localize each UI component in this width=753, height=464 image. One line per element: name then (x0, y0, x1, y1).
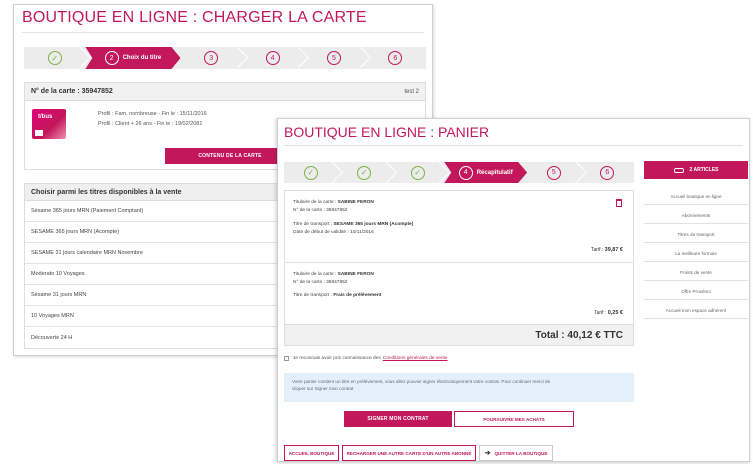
step-label: Récapitulatif (476, 169, 513, 176)
card-label: N° de la carte : (293, 280, 325, 285)
menu-item-subscriptions[interactable]: Abonnements (644, 208, 748, 224)
card-number: 35947852 (326, 280, 348, 285)
holder-label: Titulaire de la carte : (293, 200, 337, 205)
step-1[interactable]: ✓ (284, 162, 337, 183)
step-label: Choix du titre (122, 55, 162, 61)
reload-other-card-button[interactable]: RECHARGER UNE AUTRE CARTE D'UN AUTRE ABO… (342, 445, 476, 461)
cart-total: Total : 40,12 € TTC (285, 324, 633, 345)
start-date: 10/11/2016 (350, 230, 374, 235)
title-name: Frais de prélèvement (333, 293, 382, 298)
card-logo-text: t/bus (38, 114, 53, 120)
step-5[interactable]: 5 (527, 162, 580, 183)
step-3[interactable]: 3 (181, 47, 242, 69)
card-test-label: test 2 (404, 88, 419, 95)
sign-contract-button[interactable]: SIGNER MON CONTRAT (344, 411, 452, 427)
menu-item-tickets[interactable]: Titres de transport (644, 227, 748, 243)
step-1[interactable]: ✓ (24, 47, 85, 69)
card-chip-icon (35, 130, 43, 136)
progress-steps: ✓ ✓ ✓ 4 Récapitulatif 5 6 (284, 162, 634, 183)
card-content-button[interactable]: CONTENU DE LA CARTE (165, 148, 295, 164)
item-1-price: Tarif : 39,87 € (591, 247, 623, 253)
holder-name: SABINE FERON (337, 200, 374, 205)
page-title: BOUTIQUE EN LIGNE : CHARGER LA CARTE (22, 9, 367, 26)
check-icon: ✓ (303, 165, 318, 180)
step-5[interactable]: 5 (303, 47, 364, 69)
step-2[interactable]: ✓ (337, 162, 390, 183)
info-line-1: Votre panier contient un titre en prélèv… (292, 379, 551, 384)
progress-steps: ✓ 2 Choix du titre 3 4 5 6 (24, 47, 426, 69)
card-number: N° de la carte : 35947852 (31, 88, 113, 95)
price-value: 0,25 € (607, 310, 623, 316)
title-name: SESAME 365 jours MRN (Acompte) (333, 222, 414, 227)
step-number: 6 (388, 51, 403, 65)
step-2-active[interactable]: 2 Choix du titre (85, 47, 180, 69)
step-number: 4 (265, 51, 280, 65)
check-icon: ✓ (357, 165, 372, 180)
step-3[interactable]: ✓ (391, 162, 444, 183)
item-divider (285, 262, 633, 263)
continue-shopping-button[interactable]: POURSUIVRE MES ACHATS (454, 411, 574, 427)
check-icon: ✓ (410, 165, 425, 180)
title-label: Titre de transport : (293, 222, 333, 227)
step-6[interactable]: 6 (581, 162, 634, 183)
item-2-price: Tarif : 0,25 € (594, 310, 623, 316)
quit-label: QUITTER LA BOUTIQUE (494, 450, 548, 456)
step-number: 4 (459, 166, 473, 180)
cart-button[interactable]: 2 ARTICLES (644, 161, 748, 179)
menu-item-member-area[interactable]: Accueil mon espace adhérent (644, 303, 748, 319)
side-menu: Accueil boutique en ligne Abonnements Ti… (644, 189, 748, 322)
menu-item-points-of-sale[interactable]: Points de vente (644, 265, 748, 281)
menu-item-proxemo[interactable]: Offre Proxémo (644, 284, 748, 300)
quit-shop-button[interactable]: ➔ QUITTER LA BOUTIQUE (479, 445, 553, 461)
title-divider (22, 32, 424, 33)
page-title: BOUTIQUE EN LIGNE : PANIER (284, 124, 490, 140)
arrow-right-icon: ➔ (484, 450, 491, 457)
step-4-active[interactable]: 4 Récapitulatif (444, 162, 527, 183)
card-header: N° de la carte : 35947852 test 2 (25, 83, 425, 101)
transport-card-image: t/bus (32, 109, 66, 139)
holder-name: SABINE FERON (337, 272, 374, 277)
step-number: 2 (105, 51, 119, 65)
date-label: Date de début de validité : (293, 230, 349, 235)
step-6[interactable]: 6 (365, 47, 426, 69)
card-label: N° de la carte : (293, 208, 325, 213)
menu-item-best-formula[interactable]: La meilleure formule (644, 246, 748, 262)
step-4[interactable]: 4 (242, 47, 303, 69)
price-value: 39,87 € (604, 247, 623, 253)
check-icon: ✓ (47, 51, 62, 65)
car-icon (673, 167, 684, 173)
profile-line-1: Profil : Fam. nombreuse - Fin le : 15/11… (98, 111, 207, 117)
cgv-consent: Je reconnais avoir pris connaissance des… (284, 356, 448, 361)
info-line-2: cliquer sur Signer mon contrat (292, 386, 354, 391)
holder-label: Titulaire de la carte : (293, 272, 337, 277)
step-number: 5 (326, 51, 341, 65)
step-number: 3 (204, 51, 219, 65)
price-label: Tarif : (591, 247, 604, 253)
cart-count: 2 ARTICLES (689, 167, 719, 173)
cgv-link[interactable]: Conditions générales de vente (383, 356, 448, 361)
step-number: 5 (546, 165, 561, 180)
panier-window: BOUTIQUE EN LIGNE : PANIER ✓ ✓ ✓ 4 Récap… (277, 118, 750, 462)
cart-summary: Titulaire de la carte : SABINE FERON N° … (284, 190, 634, 346)
cart-item-1: Titulaire de la carte : SABINE FERON N° … (293, 199, 413, 237)
cgv-checkbox[interactable] (284, 356, 289, 361)
cart-item-2: Titulaire de la carte : SABINE FERON N° … (293, 271, 381, 300)
cgv-text: Je reconnais avoir pris connaissance des (293, 356, 381, 361)
profile-line-2: Profil : Client + 26 ans - Fin le : 19/0… (98, 121, 203, 127)
shop-home-button[interactable]: ACCUEIL BOUTIQUE (284, 445, 339, 461)
info-notice: Votre panier contient un titre en prélèv… (284, 373, 634, 402)
card-number: 35947852 (326, 208, 348, 213)
title-divider (284, 145, 743, 146)
trash-icon[interactable] (616, 199, 622, 207)
title-label: Titre de transport : (293, 293, 333, 298)
price-label: Tarif : (594, 310, 607, 316)
step-number: 6 (600, 165, 615, 180)
menu-item-home[interactable]: Accueil boutique en ligne (644, 189, 748, 205)
